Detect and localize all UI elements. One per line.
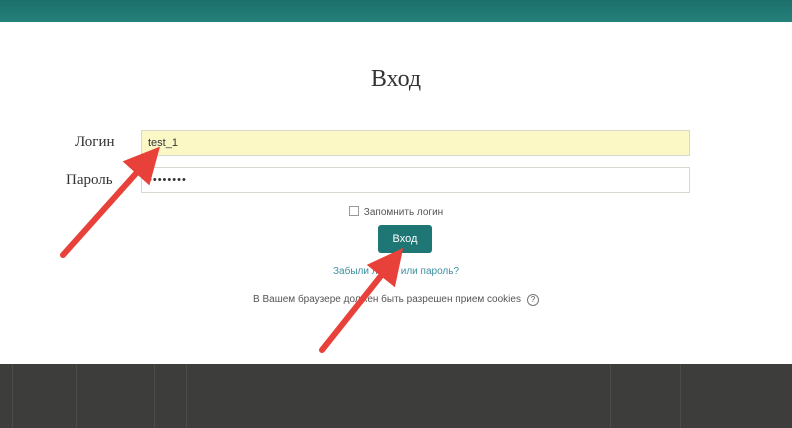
arrow-to-username [60, 146, 161, 258]
annotation-arrows [60, 146, 404, 353]
arrow-to-login-button [319, 247, 404, 353]
